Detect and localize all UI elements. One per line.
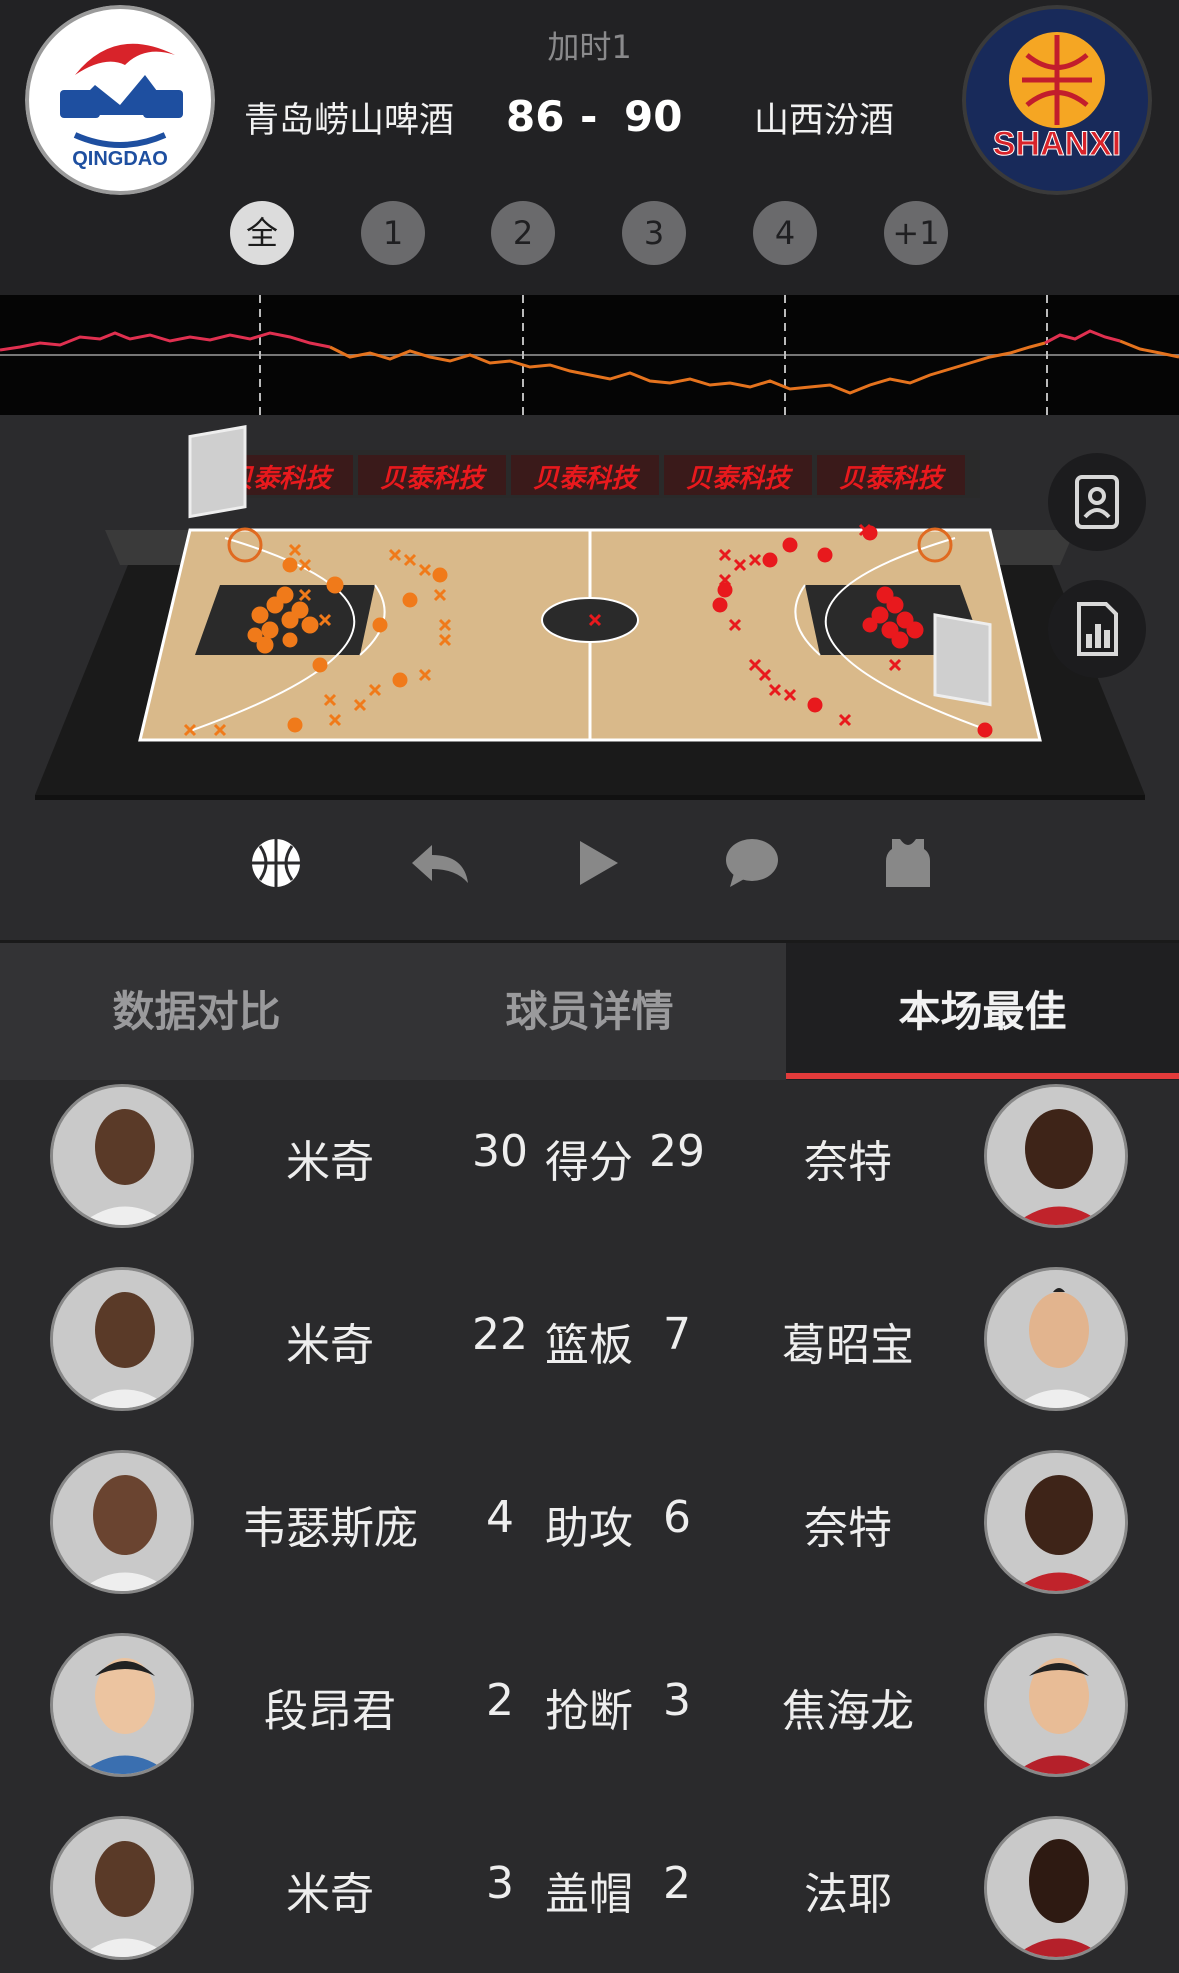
left-stat-value: 3 — [486, 1858, 514, 1909]
overtime-button[interactable]: +1 — [884, 201, 948, 265]
quarter-4-button[interactable]: 4 — [753, 201, 817, 265]
shanxi-team-logo[interactable]: SHANXI — [962, 5, 1152, 195]
active-tab-indicator — [786, 1073, 1179, 1079]
right-player-name[interactable]: 奈特 — [718, 1126, 978, 1190]
player-avatar[interactable] — [50, 1267, 194, 1411]
svg-text:贝泰科技: 贝泰科技 — [380, 464, 488, 494]
svg-text:SHANXI: SHANXI — [993, 125, 1121, 163]
player-avatar[interactable] — [50, 1633, 194, 1777]
quarter-all-button[interactable]: 全 — [230, 201, 294, 265]
left-player-name[interactable]: 米奇 — [200, 1126, 460, 1190]
right-player-name[interactable]: 法耶 — [718, 1858, 978, 1922]
home-lead-line — [0, 331, 331, 352]
tab-game-best[interactable]: 本场最佳 — [786, 943, 1179, 1081]
svg-text:贝泰科技: 贝泰科技 — [839, 464, 947, 494]
quarter-1-button[interactable]: 1 — [361, 201, 425, 265]
stat-label: 盖帽 — [545, 1869, 633, 1920]
away-lead-line — [329, 341, 1046, 395]
right-stat-value: 7 — [663, 1309, 691, 1360]
score-momentum-chart — [0, 295, 1179, 415]
right-stat-value: 6 — [663, 1492, 691, 1543]
reply-icon[interactable] — [408, 835, 468, 891]
player-avatar[interactable] — [984, 1816, 1128, 1960]
player-avatar[interactable] — [50, 1450, 194, 1594]
svg-text:贝泰科技: 贝泰科技 — [686, 464, 794, 494]
stat-label: 篮板 — [545, 1320, 633, 1371]
right-stat-value: 3 — [663, 1675, 691, 1726]
right-stat-value: 2 — [663, 1858, 691, 1909]
quarter-2-button[interactable]: 2 — [491, 201, 555, 265]
home-lead-line-ot — [1044, 329, 1121, 345]
left-player-name[interactable]: 段昂君 — [200, 1675, 460, 1739]
stat-label: 助攻 — [545, 1503, 633, 1554]
player-card-button[interactable] — [1048, 453, 1146, 551]
best-row-blocks[interactable]: 米奇 3 盖帽 2 法耶 — [0, 1812, 1179, 1973]
basketball-icon[interactable] — [248, 835, 304, 891]
game-best-list: 米奇 30 得分 29 奈特 米奇 22 篮板 7 葛昭宝 韦瑟斯庞 4 助攻 … — [0, 1080, 1179, 1973]
away-team-name[interactable]: 山西汾酒 — [754, 92, 894, 143]
jersey-icon[interactable] — [880, 835, 936, 891]
tab-data-comparison[interactable]: 数据对比 — [0, 943, 393, 1081]
left-stat-value: 2 — [486, 1675, 514, 1726]
svg-text:QINGDAO: QINGDAO — [72, 148, 168, 170]
best-row-assists[interactable]: 韦瑟斯庞 4 助攻 6 奈特 — [0, 1446, 1179, 1629]
player-card-icon — [1075, 475, 1119, 529]
quarter-3-button[interactable]: 3 — [622, 201, 686, 265]
stat-label: 得分 — [545, 1137, 633, 1188]
left-player-name[interactable]: 米奇 — [200, 1309, 460, 1373]
home-team-name[interactable]: 青岛崂山啤酒 — [244, 92, 454, 143]
player-avatar[interactable] — [984, 1084, 1128, 1228]
score-separator: - — [580, 92, 598, 141]
right-player-name[interactable]: 焦海龙 — [718, 1675, 978, 1739]
best-row-points[interactable]: 米奇 30 得分 29 奈特 — [0, 1080, 1179, 1263]
right-player-name[interactable]: 葛昭宝 — [718, 1309, 978, 1373]
right-stat-value: 29 — [649, 1126, 705, 1177]
stats-report-button[interactable] — [1048, 580, 1146, 678]
stats-report-icon — [1077, 602, 1118, 656]
home-score: 86 — [506, 92, 565, 141]
player-avatar[interactable] — [50, 1084, 194, 1228]
comment-icon[interactable] — [724, 835, 780, 891]
svg-text:贝泰科技: 贝泰科技 — [533, 464, 641, 494]
best-row-steals[interactable]: 段昂君 2 抢断 3 焦海龙 — [0, 1629, 1179, 1812]
left-player-name[interactable]: 米奇 — [200, 1858, 460, 1922]
left-stat-value: 22 — [472, 1309, 528, 1360]
player-avatar[interactable] — [50, 1816, 194, 1960]
game-header: QINGDAO 加时1 青岛崂山啤酒 86 - 90 山西汾酒 SHANXI 全… — [0, 0, 1179, 295]
left-player-name[interactable]: 韦瑟斯庞 — [200, 1492, 460, 1556]
left-stat-value: 4 — [486, 1492, 514, 1543]
sponsor-banner: 贝泰科技 贝泰科技 贝泰科技 贝泰科技 贝泰科技 — [200, 450, 980, 498]
stat-label: 抢断 — [545, 1686, 633, 1737]
play-icon[interactable] — [570, 835, 626, 891]
left-stat-value: 30 — [472, 1126, 528, 1177]
player-avatar[interactable] — [984, 1267, 1128, 1411]
tab-player-details[interactable]: 球员详情 — [393, 943, 786, 1081]
tab-bar: 数据对比 球员详情 本场最佳 — [0, 940, 1179, 1081]
right-player-name[interactable]: 奈特 — [718, 1492, 978, 1556]
away-score: 90 — [624, 92, 683, 141]
player-avatar[interactable] — [984, 1450, 1128, 1594]
player-avatar[interactable] — [984, 1633, 1128, 1777]
best-row-rebounds[interactable]: 米奇 22 篮板 7 葛昭宝 — [0, 1263, 1179, 1446]
